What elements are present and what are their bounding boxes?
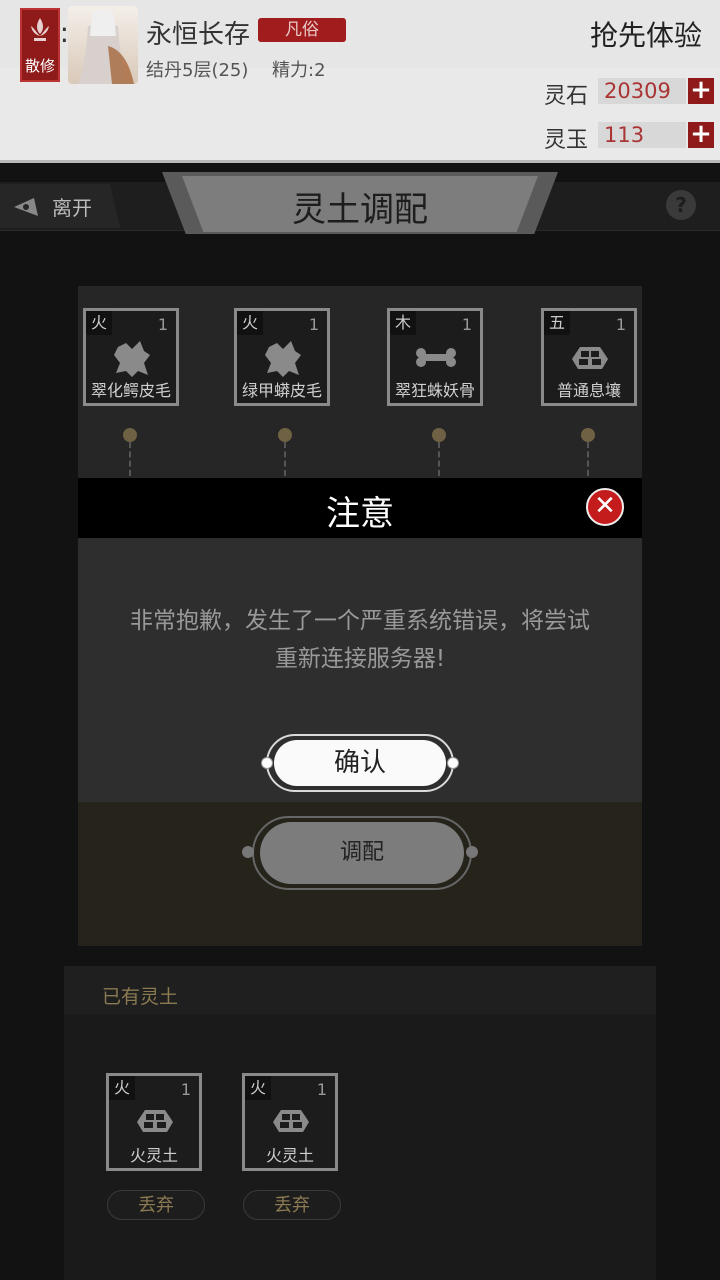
item-name: 普通息壤	[556, 381, 621, 400]
close-icon: ✕	[594, 491, 616, 521]
bone-icon	[416, 348, 456, 367]
character-portrait-icon	[78, 9, 134, 84]
owned-soil-title: 已有灵土	[102, 986, 179, 1008]
connector-line	[129, 442, 131, 476]
energy-value: 精力:2	[272, 60, 326, 81]
spirit-jade-value: 113	[598, 122, 686, 148]
item-count: 1	[180, 1080, 191, 1099]
element-tag: 五	[544, 311, 570, 335]
lotus-icon	[31, 18, 49, 41]
hide-icon	[265, 341, 301, 377]
frame-dot	[447, 757, 459, 769]
frame-dot	[261, 757, 273, 769]
owned-soil-item[interactable]: 火 1 火灵土	[106, 1073, 202, 1171]
frame-dot	[242, 846, 254, 858]
soil-icon	[273, 1110, 309, 1132]
item-name: 翠狂蛛妖骨	[394, 381, 475, 400]
item-name: 绿甲蟒皮毛	[241, 381, 322, 400]
connector-node	[432, 428, 446, 442]
spirit-jade-label: 灵玉	[544, 128, 589, 153]
item-count: 1	[308, 315, 319, 334]
ingredient-slot[interactable]: 五 1 普通息壤	[541, 308, 637, 406]
ingredient-slot[interactable]: 火 1 翠化鳄皮毛	[83, 308, 179, 406]
sect-badge[interactable]: 散修	[20, 8, 60, 82]
early-access-label: 抢先体验	[589, 19, 702, 52]
spirit-stone-value: 20309	[598, 78, 686, 104]
element-tag: 木	[390, 311, 416, 335]
connector-node	[278, 428, 292, 442]
hide-icon	[114, 341, 150, 377]
frame-dot	[466, 846, 478, 858]
cultivation-level: 结丹5层(25)	[146, 60, 249, 81]
rank-badge: 凡俗	[258, 18, 346, 42]
item-name: 火灵土	[265, 1146, 314, 1165]
sect-label: 散修	[24, 57, 55, 75]
ingredient-slot[interactable]: 火 1 绿甲蟒皮毛	[234, 308, 330, 406]
soil-icon	[572, 347, 608, 369]
player-name: 永恒长存	[146, 20, 251, 50]
connector-node	[123, 428, 137, 442]
avatar[interactable]	[68, 6, 138, 84]
owned-soil-item[interactable]: 火 1 火灵土	[242, 1073, 338, 1171]
item-count: 1	[461, 315, 472, 334]
modal-message: 非常抱歉，发生了一个严重系统错误，将尝试重新连接服务器!	[130, 608, 590, 672]
help-button[interactable]: ?	[666, 190, 696, 220]
add-spirit-stone-button[interactable]: +	[688, 77, 714, 104]
add-spirit-jade-button[interactable]: +	[688, 121, 714, 148]
item-count: 1	[615, 315, 626, 334]
item-name: 翠化鳄皮毛	[90, 381, 171, 400]
confirm-button[interactable]: 确认	[274, 740, 446, 786]
connector-line	[587, 442, 589, 476]
discard-button[interactable]: 丢弃	[243, 1190, 341, 1220]
connector-line	[284, 442, 286, 476]
item-count: 1	[316, 1080, 327, 1099]
discard-button[interactable]: 丢弃	[107, 1190, 205, 1220]
item-count: 1	[157, 315, 168, 334]
element-tag: 火	[237, 311, 263, 335]
ingredient-slot[interactable]: 木 1 翠狂蛛妖骨	[387, 308, 483, 406]
close-button[interactable]: ✕	[586, 488, 624, 526]
blend-button[interactable]: 调配	[260, 822, 464, 884]
spirit-stone-label: 灵石	[544, 84, 589, 109]
element-tag: 火	[86, 311, 112, 335]
page-title: 灵土调配	[292, 190, 428, 230]
connector-node	[581, 428, 595, 442]
soil-icon	[137, 1110, 173, 1132]
item-name: 火灵土	[129, 1146, 178, 1165]
connector-line	[438, 442, 440, 476]
